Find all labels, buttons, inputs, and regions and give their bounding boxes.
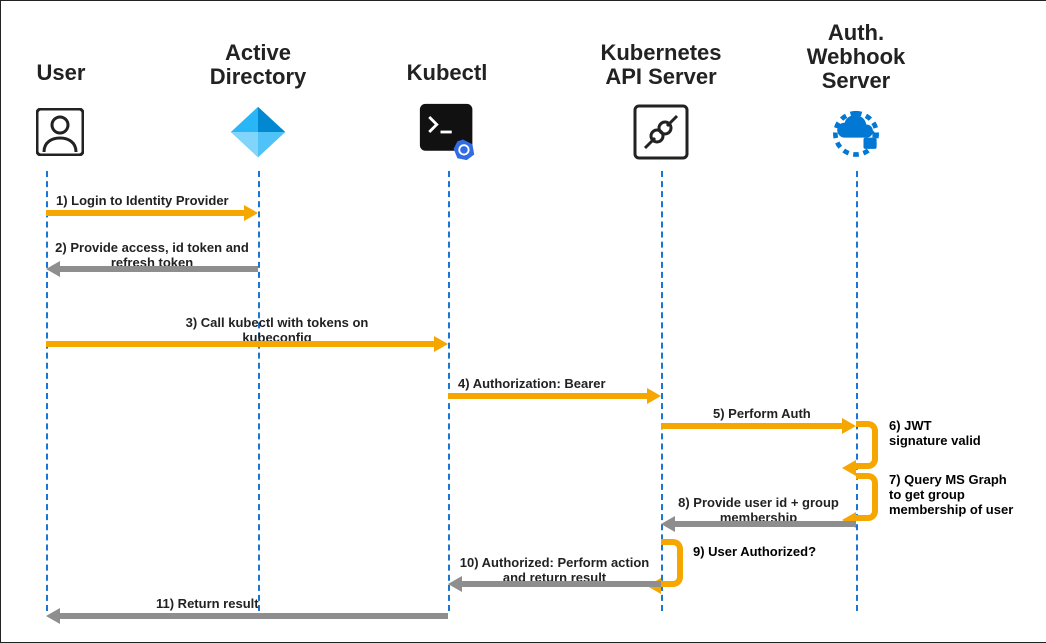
terminal-kubectl-icon xyxy=(417,101,479,163)
msg-1-login: 1) Login to Identity Provider xyxy=(46,186,258,216)
msg-10-perform-action: 10) Authorized: Perform action and retur… xyxy=(448,541,661,587)
msg-2-tokens: 2) Provide access, id token and refresh … xyxy=(46,226,258,272)
actor-label-api: Kubernetes API Server xyxy=(561,41,761,89)
msg-9-authorized xyxy=(661,539,683,587)
msg-11-return: 11) Return result xyxy=(46,589,448,619)
actor-label-kubectl: Kubectl xyxy=(347,61,547,85)
cloud-lock-icon xyxy=(825,101,887,163)
sequence-diagram: User Active Directory Kubectl Kubernetes… xyxy=(0,0,1046,643)
actor-label-webhook: Auth. Webhook Server xyxy=(756,21,956,94)
msg-8-user-id: 8) Provide user id + group membership xyxy=(661,481,856,527)
actor-label-user: User xyxy=(0,61,161,85)
note-6: 6) JWT signature valid xyxy=(889,419,981,449)
msg-4-auth-bearer: 4) Authorization: Bearer xyxy=(448,369,661,399)
msg-6-jwt-valid xyxy=(856,421,878,469)
api-plug-icon xyxy=(630,101,692,163)
note-7: 7) Query MS Graph to get group membershi… xyxy=(889,473,1013,518)
user-icon xyxy=(29,101,91,163)
msg-3-call-kubectl: 3) Call kubectl with tokens on kubeconfi… xyxy=(46,301,448,347)
msg-7-query-graph xyxy=(856,473,878,521)
msg-5-perform-auth: 5) Perform Auth xyxy=(661,399,856,429)
actor-label-ad: Active Directory xyxy=(158,41,358,89)
note-9: 9) User Authorized? xyxy=(693,545,816,560)
azure-ad-icon xyxy=(227,101,289,163)
